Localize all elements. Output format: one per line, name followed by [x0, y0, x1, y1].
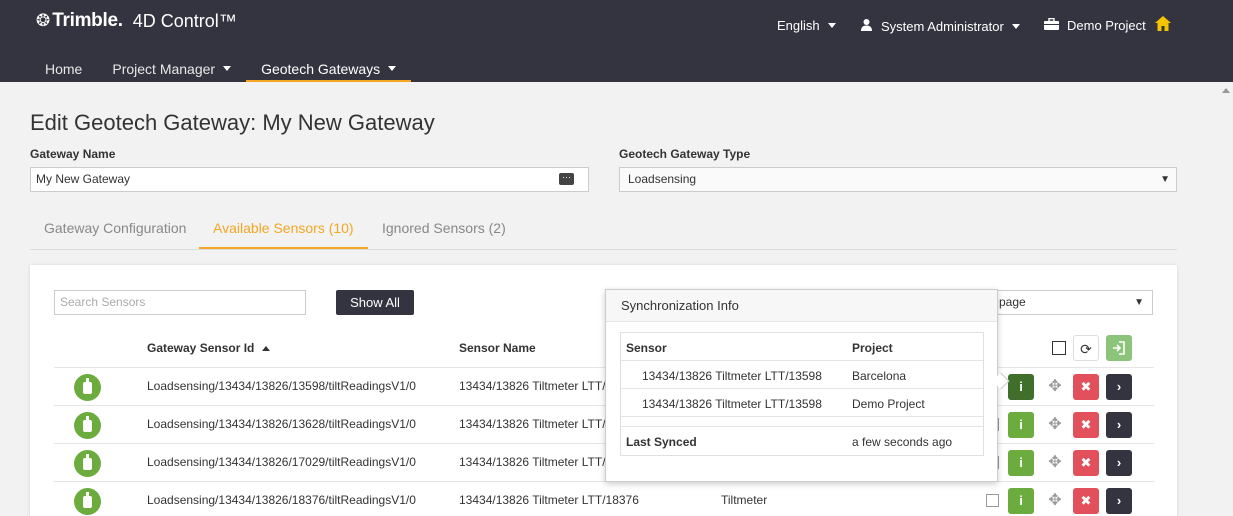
sync-table: Sensor Project 13434/13826 Tiltmeter LTT…	[620, 332, 984, 456]
user-icon	[860, 18, 873, 34]
gateway-type-value: Loadsensing	[628, 172, 697, 186]
language-menu[interactable]: English	[777, 18, 836, 33]
sensor-status-icon	[74, 450, 101, 477]
import-icon[interactable]	[1106, 335, 1132, 361]
delete-icon[interactable]: ✖	[1073, 488, 1099, 514]
select-all-checkbox[interactable]	[1052, 341, 1066, 355]
chevron-right-icon[interactable]: ›	[1106, 450, 1132, 476]
gateway-name-input[interactable]: My New Gateway ···	[30, 167, 589, 192]
sync-table-spacer	[621, 417, 983, 427]
trimble-globe-icon: ❂	[36, 11, 51, 30]
chevron-right-icon[interactable]: ›	[1106, 412, 1132, 438]
chevron-right-icon[interactable]: ›	[1106, 374, 1132, 400]
chevron-down-icon	[388, 66, 397, 71]
popover-title: Synchronization Info	[606, 290, 997, 322]
move-icon[interactable]: ✥	[1042, 374, 1068, 400]
nav-geotech-gateways[interactable]: Geotech Gateways	[246, 58, 412, 82]
nav-project-manager[interactable]: Project Manager	[97, 58, 246, 82]
password-dots-icon[interactable]: ···	[559, 173, 574, 185]
chevron-down-icon	[223, 66, 232, 71]
sensor-id-cell: Loadsensing/13434/13826/18376/tiltReadin…	[147, 493, 416, 507]
briefcase-icon	[1044, 17, 1059, 33]
home-icon[interactable]	[1155, 16, 1171, 31]
sensor-id-cell: Loadsensing/13434/13826/13628/tiltReadin…	[147, 417, 416, 431]
gateway-name-value: My New Gateway	[36, 172, 131, 186]
sensor-status-icon	[74, 488, 101, 515]
user-name: System Administrator	[881, 18, 1004, 34]
delete-icon[interactable]: ✖	[1073, 374, 1099, 400]
sensor-name-cell: 13434/13826 Tiltmeter LTT/18376	[459, 493, 639, 507]
project-menu[interactable]: Demo Project	[1044, 17, 1146, 33]
search-input[interactable]: Search Sensors	[54, 290, 306, 315]
nav-home[interactable]: Home	[30, 58, 97, 82]
gateway-name-label: Gateway Name	[30, 147, 116, 161]
move-icon[interactable]: ✥	[1042, 488, 1068, 514]
chevron-right-icon[interactable]: ›	[1106, 488, 1132, 514]
sort-ascending-icon	[262, 346, 271, 352]
gateway-type-select[interactable]: Loadsensing ▼	[619, 167, 1177, 192]
sensor-name-cell: 13434/13826 Tiltmeter LTT/17029	[459, 455, 609, 469]
user-menu[interactable]: System Administrator	[860, 18, 1020, 34]
scrollbar-up-arrow[interactable]	[1222, 88, 1230, 93]
sync-table-row: 13434/13826 Tiltmeter LTT/13598 Barcelon…	[621, 361, 983, 389]
gateway-type-label: Geotech Gateway Type	[619, 147, 751, 161]
product-name: 4D Control™	[132, 10, 237, 31]
sensor-status-icon	[74, 374, 101, 401]
sync-last-synced-row: Last Synced a few seconds ago	[626, 435, 953, 449]
info-icon[interactable]: i	[1008, 488, 1034, 514]
chevron-down-icon	[1011, 23, 1020, 29]
delete-icon[interactable]: ✖	[1073, 450, 1099, 476]
info-icon[interactable]: i	[1008, 374, 1034, 400]
sensor-name-cell: 13434/13826 Tiltmeter LTT/13598	[459, 379, 609, 393]
main-nav: Home Project Manager Geotech Gateways	[30, 58, 412, 82]
column-header-sensor-id[interactable]: Gateway Sensor Id	[147, 341, 271, 355]
info-icon[interactable]: i	[1008, 412, 1034, 438]
sensor-id-cell: Loadsensing/13434/13826/13598/tiltReadin…	[147, 379, 416, 393]
move-icon[interactable]: ✥	[1042, 450, 1068, 476]
select-arrow-icon: ▼	[1160, 174, 1170, 185]
delete-icon[interactable]: ✖	[1073, 412, 1099, 438]
tab-ignored-sensors[interactable]: Ignored Sensors (2)	[382, 220, 506, 247]
row-checkbox[interactable]	[986, 494, 999, 507]
show-all-button[interactable]: Show All	[336, 290, 414, 315]
chevron-down-icon	[827, 23, 836, 28]
select-arrow-icon: ▼	[1134, 297, 1144, 308]
language-label: English	[777, 18, 820, 33]
sync-col-sensor: Sensor	[626, 341, 667, 355]
sync-info-popover: Synchronization Info Sensor Project 1343…	[605, 289, 1010, 482]
tab-available-sensors[interactable]: Available Sensors (10)	[199, 220, 368, 249]
move-icon[interactable]: ✥	[1042, 412, 1068, 438]
info-icon[interactable]: i	[1008, 450, 1034, 476]
sensor-id-cell: Loadsensing/13434/13826/17029/tiltReadin…	[147, 455, 416, 469]
sensor-type-cell: Tiltmeter	[721, 493, 768, 507]
table-row[interactable]: Loadsensing/13434/13826/18376/tiltReadin…	[54, 481, 1154, 516]
sync-col-project: Project	[852, 341, 893, 355]
column-header-sensor-name[interactable]: Sensor Name	[459, 341, 536, 355]
sensors-panel: Search Sensors Show All er page ▼ Gatewa…	[30, 265, 1177, 516]
sensor-status-icon	[74, 412, 101, 439]
page-title: Edit Geotech Gateway: My New Gateway	[30, 110, 435, 135]
tab-bar: Gateway Configuration Available Sensors …	[30, 210, 1177, 250]
refresh-icon[interactable]: ⟳	[1073, 335, 1099, 361]
sensor-name-cell: 13434/13826 Tiltmeter LTT/13628	[459, 417, 609, 431]
brand-name: Trimble.	[52, 10, 123, 31]
sync-table-header: Sensor Project	[621, 333, 983, 361]
project-name: Demo Project	[1067, 18, 1146, 33]
app-logo[interactable]: ❂ Trimble. 4D Control™	[36, 10, 237, 32]
tab-gateway-configuration[interactable]: Gateway Configuration	[44, 220, 186, 247]
top-bar: ❂ Trimble. 4D Control™ English System Ad…	[0, 0, 1233, 82]
sync-table-row: 13434/13826 Tiltmeter LTT/13598 Demo Pro…	[621, 389, 983, 417]
